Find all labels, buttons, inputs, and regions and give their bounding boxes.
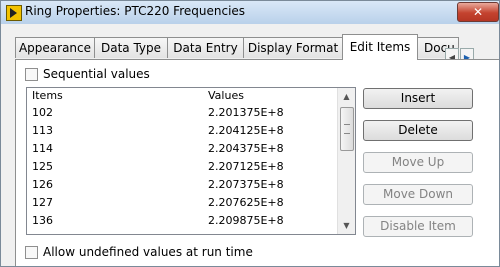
scroll-up-icon[interactable]: ▲ (338, 88, 355, 105)
items-table[interactable]: Items Values 102 2.201375E+8 113 2.20412… (26, 87, 356, 235)
close-button[interactable]: ✕ (457, 2, 499, 22)
value-cell[interactable]: 2.207375E+8 (208, 178, 284, 191)
disable-item-button[interactable]: Disable Item (363, 216, 473, 237)
app-icon (6, 5, 22, 21)
item-cell[interactable]: 126 (32, 178, 53, 191)
move-down-button[interactable]: Move Down (363, 184, 473, 205)
scrollbar-thumb[interactable] (340, 107, 354, 151)
tab-display-format[interactable]: Display Format (243, 37, 343, 58)
table-scrollbar[interactable]: ▲ ▼ (337, 88, 355, 234)
allow-undefined-label: Allow undefined values at run time (43, 245, 253, 259)
dialog-body: Appearance Data Type Data Entry Display … (1, 24, 499, 266)
value-cell[interactable]: 2.201375E+8 (208, 106, 284, 119)
column-header-values[interactable]: Values (208, 89, 244, 102)
item-cell[interactable]: 127 (32, 196, 53, 209)
sequential-values-label: Sequential values (43, 67, 150, 81)
tab-data-entry[interactable]: Data Entry (167, 37, 244, 58)
item-cell[interactable]: 102 (32, 106, 53, 119)
item-cell[interactable]: 125 (32, 160, 53, 173)
window-title: Ring Properties: PTC220 Frequencies (25, 4, 246, 18)
column-header-items[interactable]: Items (32, 89, 63, 102)
move-up-button[interactable]: Move Up (363, 152, 473, 173)
sequential-values-checkbox[interactable] (25, 68, 38, 81)
ring-properties-dialog: Ring Properties: PTC220 Frequencies ✕ Ap… (0, 0, 500, 267)
tab-edit-items[interactable]: Edit Items (342, 34, 418, 60)
value-cell[interactable]: 2.209875E+8 (208, 214, 284, 227)
value-cell[interactable]: 2.207625E+8 (208, 196, 284, 209)
allow-undefined-checkbox[interactable] (25, 246, 38, 259)
value-cell[interactable]: 2.207125E+8 (208, 160, 284, 173)
item-cell[interactable]: 114 (32, 142, 53, 155)
edit-items-panel: Sequential values Items Values 102 2.201… (15, 59, 499, 266)
tab-data-type[interactable]: Data Type (94, 37, 168, 58)
delete-button[interactable]: Delete (363, 120, 473, 141)
item-cell[interactable]: 113 (32, 124, 53, 137)
title-bar[interactable]: Ring Properties: PTC220 Frequencies ✕ (1, 1, 499, 24)
scroll-down-icon[interactable]: ▼ (338, 217, 355, 234)
tab-appearance[interactable]: Appearance (15, 37, 95, 58)
item-cell[interactable]: 136 (32, 214, 53, 227)
insert-button[interactable]: Insert (363, 88, 473, 109)
value-cell[interactable]: 2.204125E+8 (208, 124, 284, 137)
value-cell[interactable]: 2.204375E+8 (208, 142, 284, 155)
